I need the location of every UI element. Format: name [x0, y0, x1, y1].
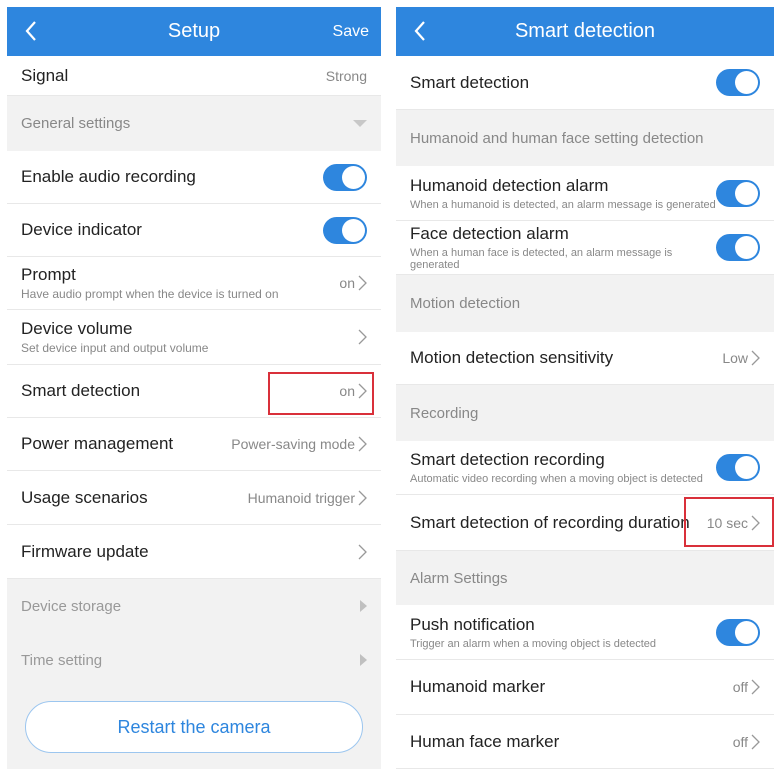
- signal-value: Strong: [325, 67, 367, 84]
- chevron-right-icon: [751, 679, 760, 695]
- audio-recording-toggle[interactable]: [323, 163, 367, 191]
- humanoid-alarm-row: Humanoid detection alarm When a humanoid…: [396, 166, 774, 221]
- back-arrow-icon[interactable]: [21, 19, 43, 43]
- highlight-box: [684, 497, 774, 547]
- face-alarm-toggle[interactable]: [716, 234, 760, 261]
- section-label: Recording: [410, 404, 479, 422]
- section-label: Humanoid and human face setting detectio…: [410, 129, 704, 147]
- toggle-knob: [735, 71, 758, 94]
- row-description: Automatic video recording when a moving …: [410, 473, 703, 485]
- motion-sensitivity-value: Low: [722, 350, 748, 366]
- alarm-section-header: Alarm Settings: [396, 551, 774, 605]
- push-notification-row: Push notification Trigger an alarm when …: [396, 605, 774, 660]
- chevron-right-icon: [751, 734, 760, 749]
- time-setting-row[interactable]: Time setting: [7, 633, 381, 687]
- humanoid-marker-value: off: [732, 679, 748, 695]
- row-description: Have audio prompt when the device is tur…: [21, 287, 279, 301]
- row-label: Firmware update: [21, 541, 149, 561]
- row-label: Humanoid detection alarm: [410, 175, 609, 195]
- toggle-knob: [342, 165, 365, 189]
- page-title: Smart detection: [514, 20, 656, 42]
- toggle-knob: [735, 456, 758, 479]
- row-label: Smart detection recording: [410, 450, 605, 469]
- smart-detection-toggle[interactable]: [716, 69, 760, 96]
- dropdown-arrow-icon: [353, 120, 367, 127]
- face-marker-row[interactable]: Human face marker off: [396, 715, 774, 769]
- chevron-right-icon: [358, 275, 367, 291]
- arrow-right-icon: [360, 600, 367, 612]
- device-storage-row[interactable]: Device storage: [7, 579, 381, 633]
- signal-label: Signal: [21, 65, 69, 85]
- motion-section-header: Motion detection: [396, 275, 774, 332]
- row-label: Push notification: [410, 614, 535, 634]
- row-description: When a humanoid is detected, an alarm me…: [410, 198, 716, 211]
- row-label: Human face marker: [410, 731, 560, 751]
- highlight-box: [268, 372, 374, 415]
- setup-screen: Setup Save Signal Strong General setting…: [7, 7, 381, 769]
- prompt-value: on: [339, 275, 355, 291]
- toggle-knob: [342, 218, 365, 242]
- toggle-knob: [735, 620, 758, 644]
- power-management-row[interactable]: Power management Power-saving mode: [7, 418, 381, 471]
- firmware-update-row[interactable]: Firmware update: [7, 525, 381, 579]
- humanoid-section-header: Humanoid and human face setting detectio…: [396, 110, 774, 166]
- row-label: Power management: [21, 434, 174, 453]
- general-settings-header[interactable]: General settings: [7, 96, 381, 151]
- section-label: General settings: [21, 115, 131, 132]
- power-management-value: Power-saving mode: [231, 436, 355, 452]
- back-arrow-icon[interactable]: [410, 19, 432, 43]
- chevron-right-icon: [358, 436, 367, 452]
- push-notification-toggle[interactable]: [716, 618, 760, 646]
- row-label: Time setting: [21, 651, 103, 669]
- chevron-right-icon: [751, 350, 760, 366]
- row-description: When a human face is detected, an alarm …: [410, 247, 673, 271]
- row-description: Trigger an alarm when a moving object is…: [410, 637, 656, 650]
- usage-scenarios-value: Humanoid trigger: [247, 489, 355, 506]
- face-alarm-row: Face detection alarm When a human face i…: [396, 221, 774, 275]
- prompt-row[interactable]: Prompt Have audio prompt when the device…: [7, 257, 381, 310]
- chevron-right-icon: [358, 329, 367, 345]
- row-label: Prompt: [21, 265, 76, 284]
- toggle-knob: [735, 181, 758, 205]
- smart-detection-row: Smart detection: [396, 56, 774, 110]
- smart-detection-screen: Smart detection Smart detection Humanoid…: [396, 7, 774, 769]
- toggle-knob: [735, 236, 758, 259]
- smart-recording-row: Smart detection recording Automatic vide…: [396, 441, 774, 495]
- face-marker-value: off: [732, 733, 748, 750]
- setup-header: Setup Save: [7, 7, 381, 56]
- device-volume-row[interactable]: Device volume Set device input and outpu…: [7, 310, 381, 365]
- row-label: Device indicator: [21, 220, 142, 239]
- humanoid-marker-row[interactable]: Humanoid marker off: [396, 660, 774, 715]
- enable-audio-recording-row: Enable audio recording: [7, 151, 381, 204]
- smart-detection-header: Smart detection: [396, 7, 774, 56]
- device-indicator-toggle[interactable]: [323, 216, 367, 244]
- recording-section-header: Recording: [396, 385, 774, 441]
- row-label: Usage scenarios: [21, 487, 148, 507]
- save-button[interactable]: Save: [333, 23, 369, 41]
- row-label: Device storage: [21, 597, 122, 615]
- page-title: Setup: [167, 20, 221, 42]
- row-label: Enable audio recording: [21, 167, 196, 186]
- motion-sensitivity-row[interactable]: Motion detection sensitivity Low: [396, 332, 774, 385]
- row-description: Set device input and output volume: [21, 341, 209, 355]
- row-label: Smart detection: [410, 72, 530, 92]
- humanoid-alarm-toggle[interactable]: [716, 179, 760, 207]
- arrow-right-icon: [360, 654, 367, 666]
- row-label: Smart detection of recording duration: [410, 513, 690, 532]
- section-label: Motion detection: [410, 295, 521, 312]
- section-label: Alarm Settings: [410, 569, 508, 587]
- row-label: Face detection alarm: [410, 224, 569, 243]
- row-label: Motion detection sensitivity: [410, 348, 614, 367]
- smart-recording-toggle[interactable]: [716, 454, 760, 481]
- device-indicator-row: Device indicator: [7, 204, 381, 257]
- signal-row: Signal Strong: [7, 56, 381, 96]
- chevron-right-icon: [358, 544, 367, 559]
- row-label: Humanoid marker: [410, 677, 546, 696]
- chevron-right-icon: [358, 490, 367, 505]
- row-label: Device volume: [21, 319, 133, 338]
- restart-camera-button[interactable]: Restart the camera: [25, 701, 363, 753]
- usage-scenarios-row[interactable]: Usage scenarios Humanoid trigger: [7, 471, 381, 525]
